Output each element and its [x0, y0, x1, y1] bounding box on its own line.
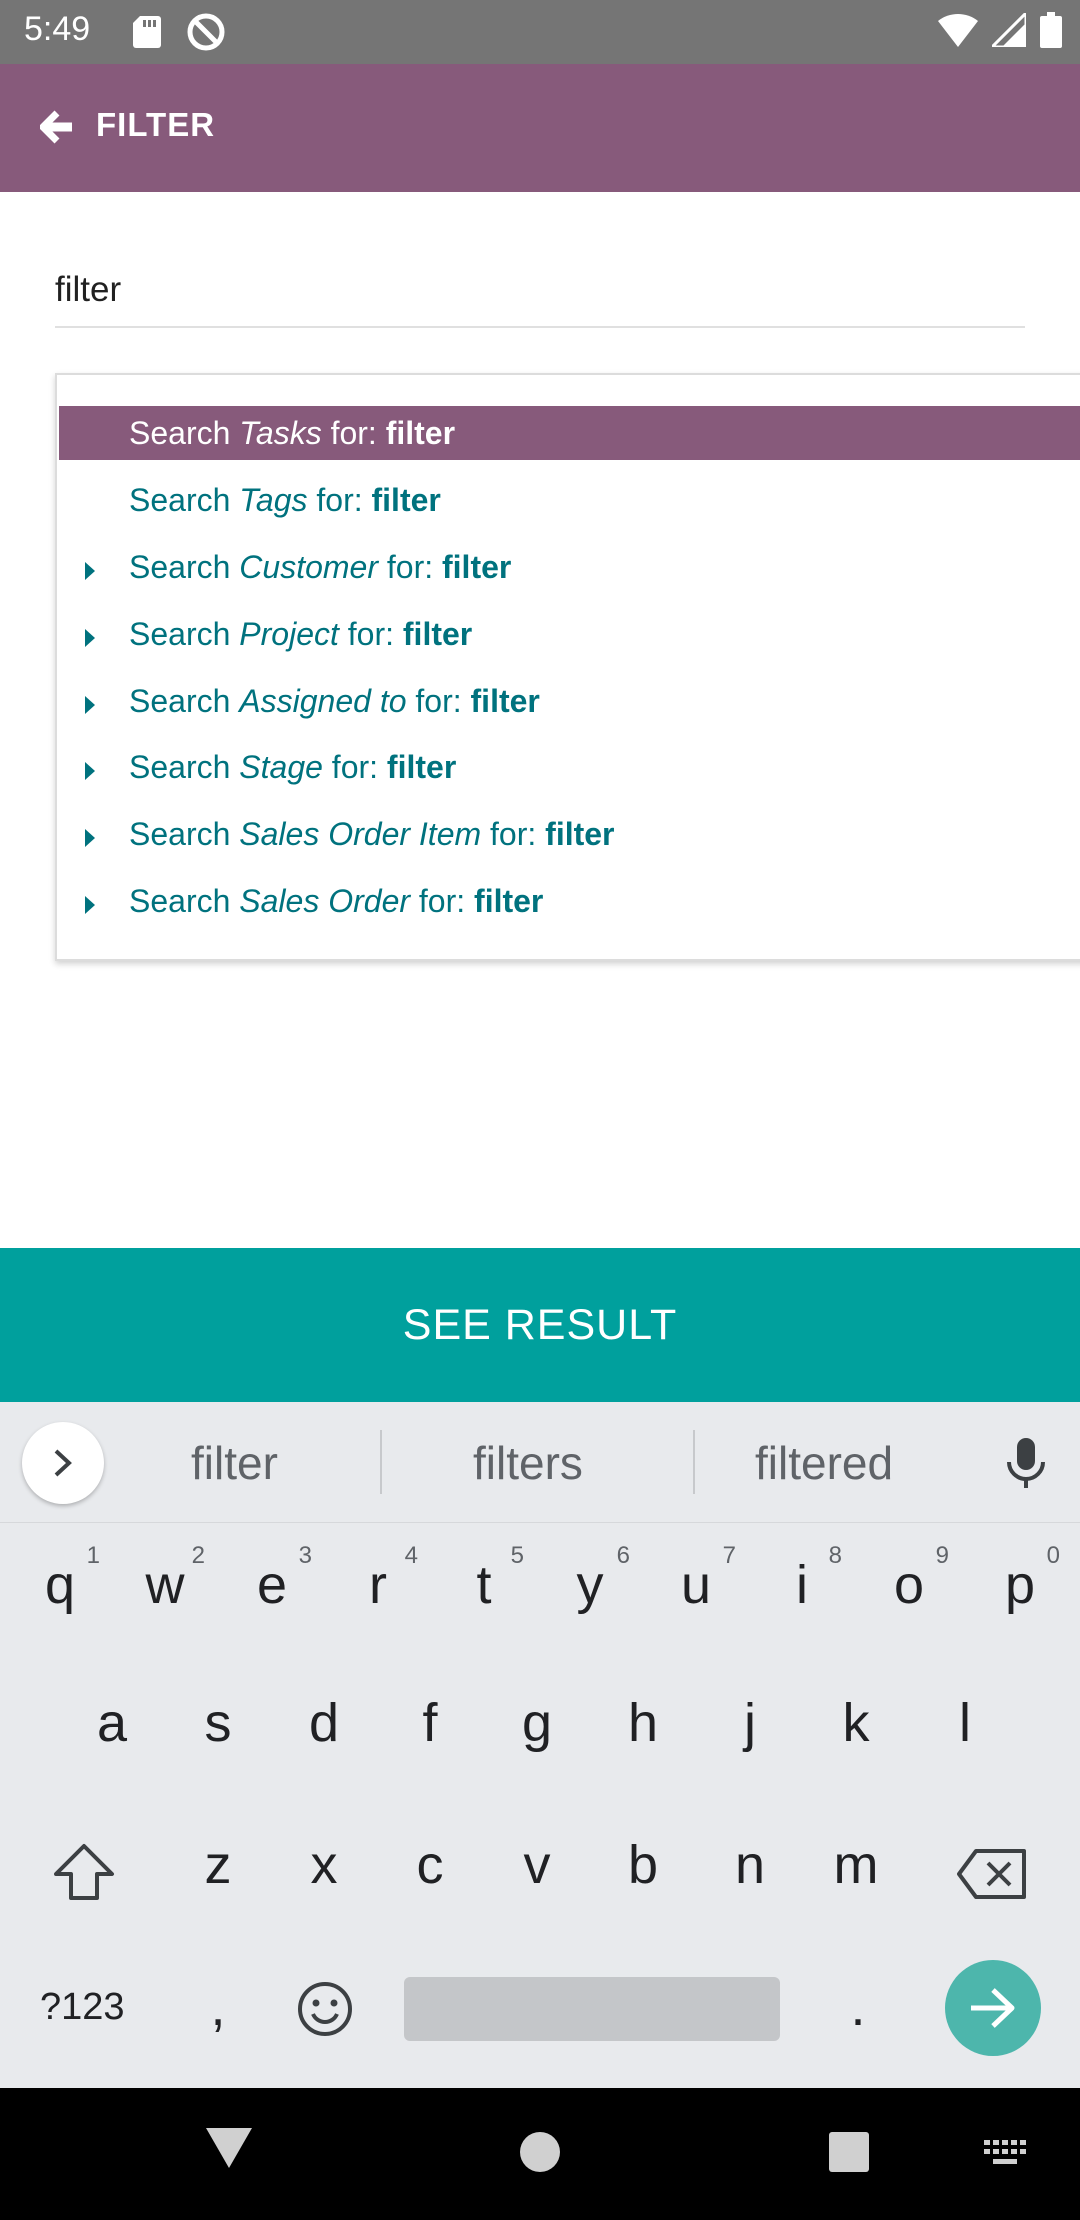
suggestion-search-tasks[interactable]: Search Tasks for: filter	[59, 406, 1080, 460]
app-bar: FILTER	[0, 64, 1080, 192]
suggestion-divider	[380, 1430, 382, 1494]
wifi-icon	[938, 13, 978, 47]
suggestion-search-sales-order[interactable]: Search Sales Order for: filter	[59, 874, 1080, 928]
keyboard-suggestion-bar: filter filters filtered	[0, 1402, 1080, 1523]
suggestion-search-tags[interactable]: Search Tags for: filter	[59, 473, 1080, 527]
key-j[interactable]: j	[700, 1692, 800, 1754]
nav-recents-square-icon[interactable]	[829, 2132, 869, 2177]
suggestion-word[interactable]: filtered	[755, 1436, 893, 1490]
shift-arrow-icon	[54, 1844, 114, 1900]
key-v[interactable]: v	[487, 1834, 587, 1896]
key-h[interactable]: h	[593, 1692, 693, 1754]
suggestion-divider	[693, 1430, 695, 1494]
backspace-icon	[957, 1849, 1026, 1899]
emoji-key[interactable]	[296, 1980, 354, 2043]
suggestion-text: Search Customer for: filter	[129, 549, 512, 585]
nav-back-triangle-icon[interactable]	[206, 2128, 252, 2173]
expand-caret-icon[interactable]	[85, 696, 95, 714]
key-n[interactable]: n	[700, 1834, 800, 1896]
status-bar: 5:49	[0, 0, 1080, 64]
key-m[interactable]: m	[806, 1834, 906, 1896]
battery-icon	[1040, 12, 1062, 48]
key-f[interactable]: f	[380, 1692, 480, 1754]
signal-icon	[992, 13, 1026, 47]
expand-caret-icon[interactable]	[85, 762, 95, 780]
emoji-smile-icon	[298, 1982, 352, 2036]
key-b[interactable]: b	[593, 1834, 693, 1896]
search-suggestions-dropdown: Search Tasks for: filter Search Tags for…	[55, 373, 1080, 961]
key-q[interactable]: q1	[10, 1542, 110, 1616]
chevron-right-icon	[54, 1449, 72, 1477]
key-e[interactable]: e3	[222, 1542, 322, 1616]
suggestion-text: Search Tasks for: filter	[129, 415, 456, 451]
key-comma[interactable]: ,	[168, 1976, 268, 2038]
system-navigation-bar	[0, 2088, 1080, 2220]
sync-disabled-icon	[186, 12, 226, 57]
space-bar[interactable]	[404, 1977, 780, 2041]
search-input[interactable]	[55, 270, 1025, 310]
suggestion-expand-button[interactable]	[22, 1422, 104, 1504]
key-t[interactable]: t5	[434, 1542, 534, 1616]
enter-key[interactable]	[945, 1960, 1041, 2056]
expand-caret-icon[interactable]	[85, 829, 95, 847]
suggestion-text: Search Project for: filter	[129, 616, 473, 652]
key-y[interactable]: y6	[540, 1542, 640, 1616]
suggestion-search-project[interactable]: Search Project for: filter	[59, 607, 1080, 661]
shift-key[interactable]	[52, 1842, 116, 1907]
key-c[interactable]: c	[380, 1834, 480, 1896]
key-w[interactable]: w2	[115, 1542, 215, 1616]
expand-caret-icon[interactable]	[85, 896, 95, 914]
suggestion-text: Search Stage for: filter	[129, 749, 457, 785]
status-time: 5:49	[24, 10, 91, 48]
key-z[interactable]: z	[168, 1834, 268, 1896]
suggestion-text: Search Sales Order Item for: filter	[129, 816, 615, 852]
key-period[interactable]: .	[808, 1976, 908, 2038]
suggestion-text: Search Sales Order for: filter	[129, 883, 544, 919]
key-i[interactable]: i8	[752, 1542, 852, 1616]
status-icons	[938, 12, 1062, 48]
key-r[interactable]: r4	[328, 1542, 428, 1616]
suggestion-search-sales-order-item[interactable]: Search Sales Order Item for: filter	[59, 807, 1080, 861]
keyboard-switch-icon[interactable]	[984, 2140, 1028, 2173]
nav-home-circle-icon[interactable]	[520, 2132, 560, 2177]
backspace-key[interactable]	[956, 1848, 1028, 1905]
suggestion-word[interactable]: filters	[473, 1436, 583, 1490]
search-field-container	[55, 270, 1025, 328]
key-a[interactable]: a	[62, 1692, 162, 1754]
arrow-right-icon	[971, 1988, 1015, 2028]
key-u[interactable]: u7	[646, 1542, 746, 1616]
key-o[interactable]: o9	[859, 1542, 959, 1616]
soft-keyboard: filter filters filtered q1 w2 e3 r4 t5 y…	[0, 1402, 1080, 2088]
suggestion-text: Search Tags for: filter	[129, 482, 441, 518]
suggestion-search-assigned-to[interactable]: Search Assigned to for: filter	[59, 674, 1080, 728]
sd-card-icon	[132, 16, 162, 53]
key-g[interactable]: g	[487, 1692, 587, 1754]
suggestion-word[interactable]: filter	[191, 1436, 278, 1490]
suggestion-search-customer[interactable]: Search Customer for: filter	[59, 540, 1080, 594]
see-result-button[interactable]: SEE RESULT	[0, 1248, 1080, 1402]
symbols-key[interactable]: ?123	[40, 1986, 125, 2029]
key-x[interactable]: x	[274, 1834, 374, 1896]
key-d[interactable]: d	[274, 1692, 374, 1754]
suggestion-text: Search Assigned to for: filter	[129, 683, 540, 719]
key-p[interactable]: p0	[970, 1542, 1070, 1616]
expand-caret-icon[interactable]	[85, 562, 95, 580]
suggestion-search-stage[interactable]: Search Stage for: filter	[59, 740, 1080, 794]
expand-caret-icon[interactable]	[85, 629, 95, 647]
microphone-icon[interactable]	[1004, 1438, 1048, 1493]
key-k[interactable]: k	[806, 1692, 906, 1754]
page-title: FILTER	[96, 106, 216, 143]
back-arrow-icon[interactable]	[39, 110, 80, 146]
key-s[interactable]: s	[168, 1692, 268, 1754]
key-l[interactable]: l	[915, 1692, 1015, 1754]
